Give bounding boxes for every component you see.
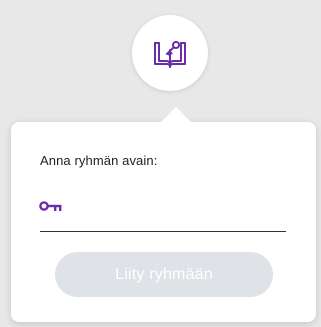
group-key-underline [40,231,286,232]
book-key-icon-badge [132,15,208,91]
group-key-input[interactable] [70,196,284,224]
group-key-label: Anna ryhmän avain: [40,153,158,168]
book-key-icon [154,41,186,68]
panel-pointer [160,107,192,123]
key-icon [39,201,62,211]
join-group-button[interactable]: Liity ryhmään [55,252,273,297]
